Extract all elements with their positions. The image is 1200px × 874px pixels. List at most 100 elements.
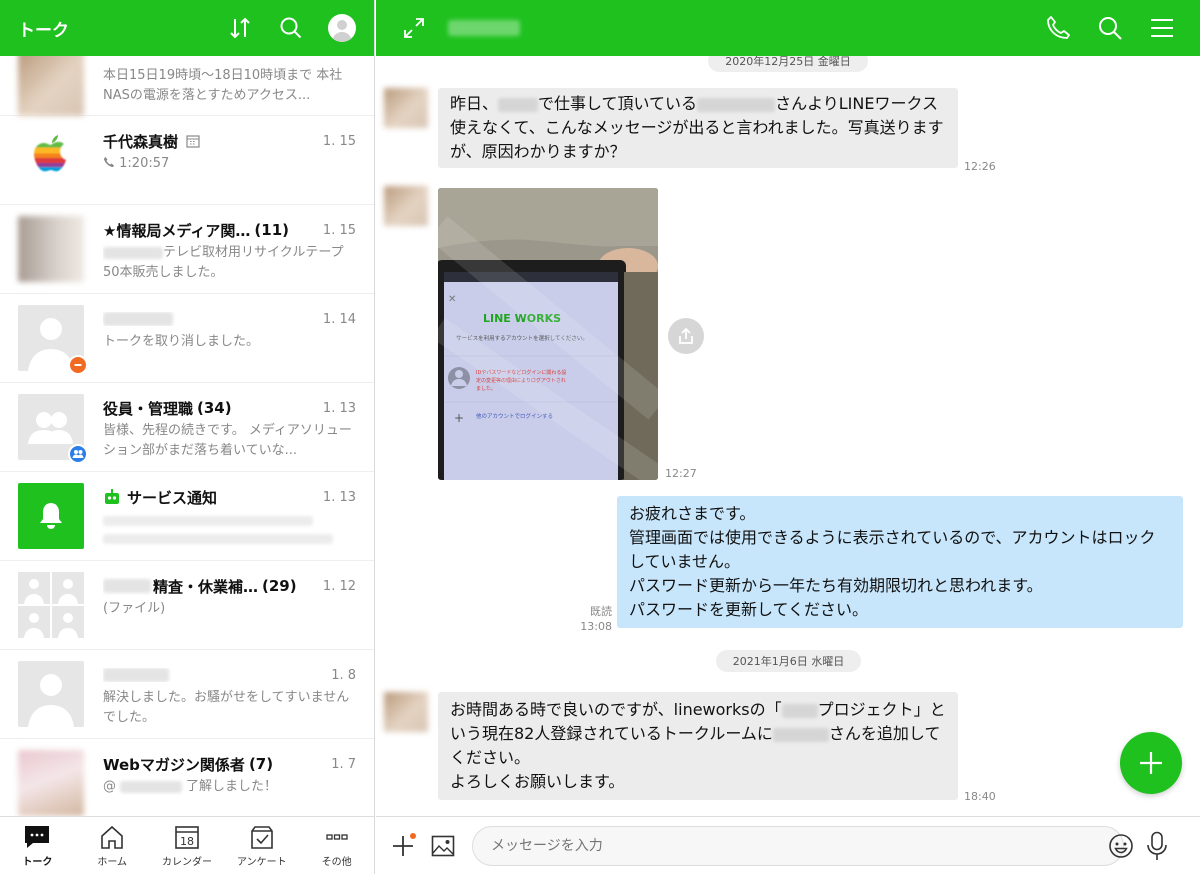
calendar-icon: 18 — [175, 826, 199, 849]
message-input-bar — [376, 816, 1200, 874]
nav-home-label: ホーム — [97, 857, 128, 868]
talk-list-item[interactable]: サービス通知 1. 13 — [0, 472, 374, 561]
talk-list-item[interactable]: 本日15日19時頃〜18日10時頃まで 本社NASの電源を落とすためアクセス..… — [0, 56, 374, 116]
talk-list-item[interactable]: 1. 14 トークを取り消しました。 — [0, 294, 374, 383]
menu-icon[interactable] — [1148, 14, 1176, 42]
search-icon[interactable] — [279, 16, 303, 40]
talk-list-item[interactable]: ★情報局メディア関… (11) 1. 15 テレビ取材用リサイクルテープ50本販売… — [0, 205, 374, 294]
photo-attachment[interactable]: ✕ LINE WORKS サービスを利用するアカウントを選択してください。 ID… — [438, 188, 658, 480]
talk-last-message: 解決しました。お騒がせをしてすいませんでした。 — [103, 690, 350, 725]
nav-calendar-label: カレンダー — [161, 857, 212, 868]
sender-avatar[interactable] — [384, 88, 428, 128]
redacted-text — [697, 97, 776, 112]
nav-more[interactable]: その他 — [299, 817, 374, 874]
message-input[interactable] — [472, 825, 1124, 866]
nav-talk[interactable]: トーク — [0, 817, 75, 874]
chat-messages[interactable]: 2020年12月25日 金曜日 昨日、 で仕事して頂いている さんよりLINEワーク… — [376, 56, 1200, 816]
sort-icon[interactable] — [228, 16, 252, 40]
talk-list-item[interactable]: 精査・休業補… (29) 1. 12 (ファイル) — [0, 561, 374, 650]
svg-text:ました。: ました。 — [476, 386, 496, 392]
nav-home[interactable]: ホーム — [75, 817, 150, 874]
emoji-icon — [1109, 834, 1133, 858]
plus-icon — [1140, 752, 1162, 774]
talk-list-item[interactable]: Webマガジン関係者 (7) 1. 7 @ 了解しました！ — [0, 739, 374, 816]
attach-plus-button[interactable] — [388, 831, 418, 861]
redacted-name — [103, 579, 151, 593]
redacted-mention — [120, 780, 182, 793]
talk-name: 精査・休業補… (29) — [103, 576, 315, 597]
talk-last-message: 1:20:57 — [103, 154, 356, 174]
mic-icon — [1147, 831, 1167, 860]
call-duration: 1:20:57 — [119, 156, 170, 171]
image-icon — [431, 835, 455, 856]
talk-list-title: トーク — [18, 20, 69, 41]
image-button[interactable] — [428, 831, 458, 861]
redacted-name — [103, 312, 173, 326]
incoming-message[interactable]: お時間ある時で良いのですが、lineworksの「 プロジェクト」という現在82人… — [438, 692, 958, 800]
default-person-avatar — [18, 305, 88, 375]
talk-name: Webマガジン関係者 (7) — [103, 754, 323, 775]
plus-icon — [393, 832, 416, 856]
message-time: 12:26 — [964, 160, 996, 173]
talk-date: 1. 15 — [322, 222, 356, 238]
sender-avatar[interactable] — [384, 692, 428, 732]
talk-member-count: (34) — [197, 399, 232, 417]
nav-survey[interactable]: アンケート — [224, 817, 299, 874]
phone-call-icon[interactable] — [1044, 14, 1072, 42]
talk-name — [103, 312, 315, 326]
talk-date: 1. 15 — [322, 133, 356, 149]
nav-survey-label: アンケート — [236, 857, 287, 868]
grid-group-avatar — [18, 572, 84, 638]
date-separator: 2021年1月6日 水曜日 — [716, 650, 861, 672]
phone-icon — [104, 157, 114, 167]
blocked-badge-icon — [68, 355, 88, 375]
talk-name-text: Webマガジン関係者 — [103, 755, 245, 774]
talk-list-header: トーク — [0, 0, 374, 56]
redacted-message — [103, 516, 356, 544]
talk-last-message: (ファイル) — [103, 601, 166, 616]
redacted-name — [103, 668, 169, 682]
talk-list[interactable]: 本日15日19時頃〜18日10時頃まで 本社NASの電源を落とすためアクセス..… — [0, 56, 374, 816]
talk-date: 1. 13 — [322, 400, 356, 416]
incoming-message[interactable]: 昨日、 で仕事して頂いている さんよりLINEワークス使えなくて、こんなメッセージが… — [438, 88, 958, 168]
bell-icon — [40, 503, 62, 529]
my-avatar[interactable] — [328, 14, 356, 42]
bot-icon — [105, 489, 119, 504]
nav-calendar[interactable]: 18 カレンダー — [150, 817, 225, 874]
add-fab-button[interactable] — [1120, 732, 1182, 794]
message-text: よろしくお願いします。 — [450, 772, 625, 791]
svg-text:✕: ✕ — [448, 294, 456, 305]
talk-member-count: (29) — [262, 577, 297, 595]
talk-date: 1. 13 — [322, 489, 356, 505]
talk-name: 千代森真樹 — [103, 131, 315, 152]
message-line: お疲れさまです。 — [629, 504, 756, 523]
chat-search-icon[interactable] — [1096, 14, 1124, 42]
share-icon — [679, 327, 693, 344]
bottom-nav: トーク ホーム 18 カレンダー アンケート その他 — [0, 816, 374, 874]
home-icon — [101, 825, 123, 849]
talk-list-item[interactable]: 1. 8 解決しました。お騒がせをしてすいませんでした。 — [0, 650, 374, 739]
talk-name — [103, 668, 323, 682]
more-icon — [325, 834, 348, 840]
talk-list-item[interactable]: 千代森真樹 1. 15 1:20:57 — [0, 116, 374, 205]
share-button[interactable] — [668, 318, 704, 354]
sender-avatar[interactable] — [384, 186, 428, 226]
talk-last-message: トークを取り消しました。 — [103, 334, 260, 349]
talk-name: サービス通知 — [103, 487, 315, 508]
talk-date: 1. 8 — [331, 667, 356, 683]
talk-date: 1. 7 — [331, 756, 356, 772]
calendar-small-icon — [186, 135, 200, 148]
bell-avatar — [18, 483, 84, 549]
survey-icon — [250, 826, 273, 849]
outgoing-message[interactable]: お疲れさまです。 管理画面では使用できるように表示されているので、アカウントはロ… — [617, 496, 1183, 628]
talk-list-pane: トーク 本日15日19時頃〜18日10時頃まで 本社NASの電源を落とすためアク… — [0, 0, 375, 874]
talk-member-count: (11) — [254, 221, 289, 239]
emoji-button[interactable] — [1106, 831, 1136, 861]
talk-list-item[interactable]: 役員・管理職 (34) 1. 13 皆様、先程の続きです。 メディアソリューション… — [0, 383, 374, 472]
read-label: 既読 — [590, 605, 612, 618]
message-line: パスワード更新から一年たち有効期限切れと思われます。 — [629, 576, 1043, 595]
chat-room-title — [448, 20, 520, 36]
mic-button[interactable] — [1142, 831, 1172, 861]
expand-icon[interactable] — [400, 14, 428, 42]
talk-last-message: 皆様、先程の続きです。 メディアソリューション部がまだ落ち着いていな... — [103, 423, 352, 458]
